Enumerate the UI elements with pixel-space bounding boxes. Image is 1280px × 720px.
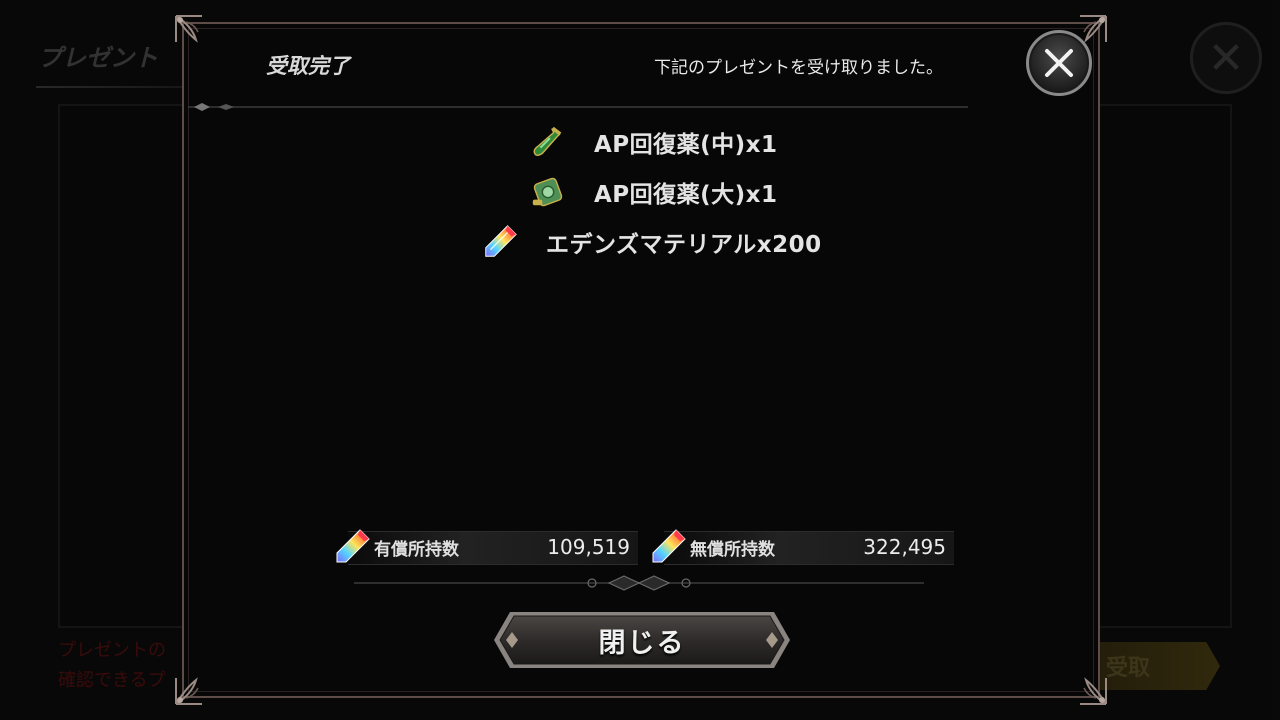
ornament-corner-icon (1060, 658, 1110, 708)
free-balance: 無償所持数 322,495 (648, 526, 954, 568)
rainbow-crystal-icon (332, 527, 372, 567)
balance-value: 322,495 (863, 535, 946, 559)
reward-item-label: エデンズマテリアルx200 (546, 232, 822, 258)
reward-item-label: AP回復薬(中)x1 (594, 132, 778, 158)
balance-label: 無償所持数 (690, 539, 775, 560)
balance-label: 有償所持数 (374, 539, 459, 560)
title-divider (188, 103, 968, 111)
rainbow-crystal-icon (480, 222, 520, 262)
reward-item: AP回復薬(中)x1 (528, 122, 778, 162)
reward-item: AP回復薬(大)x1 (528, 172, 778, 212)
ornament-divider (354, 575, 924, 591)
reward-item-label: AP回復薬(大)x1 (594, 182, 778, 208)
close-button-label: 閉じる (598, 627, 686, 659)
green-potion-bottle-icon (528, 122, 568, 162)
dialog-message: 下記のプレゼントを受け取りました。 (654, 58, 943, 78)
rainbow-crystal-icon (648, 527, 688, 567)
close-icon (1045, 49, 1073, 77)
paid-balance: 有償所持数 109,519 (332, 526, 638, 568)
close-x-button[interactable] (1026, 30, 1092, 96)
ornament-corner-icon (172, 12, 222, 62)
ornament-corner-icon (172, 658, 222, 708)
close-button[interactable]: 閉じる (492, 610, 792, 670)
receive-complete-dialog: 受取完了 下記のプレゼントを受け取りました。 AP回復薬(中)x1 AP回復薬(… (175, 15, 1107, 705)
reward-item: エデンズマテリアルx200 (480, 222, 822, 262)
dialog-title: 受取完了 (266, 54, 350, 78)
balance-value: 109,519 (547, 535, 630, 559)
green-potion-jar-icon (528, 172, 568, 212)
